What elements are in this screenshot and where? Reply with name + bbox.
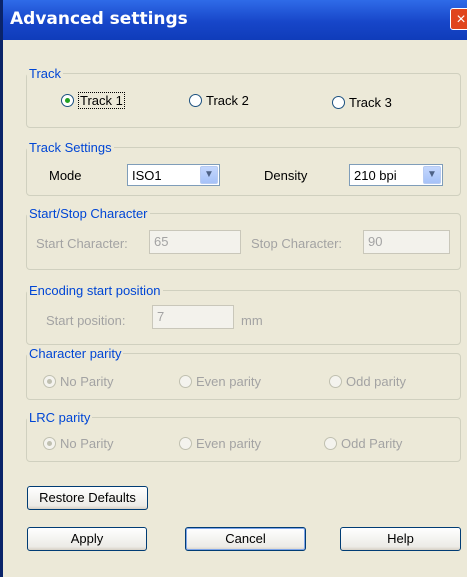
lrc-odd-parity-label: Odd Parity <box>341 436 403 451</box>
track-legend: Track <box>29 66 62 81</box>
radio-icon <box>189 94 202 107</box>
restore-defaults-button[interactable]: Restore Defaults <box>27 486 148 510</box>
stop-character-field[interactable]: 90 <box>363 230 450 254</box>
window-title: Advanced settings <box>10 9 188 29</box>
radio-char-odd-parity[interactable]: Odd parity <box>329 374 406 389</box>
start-character-label: Start Character: <box>36 236 128 251</box>
radio-lrc-no-parity[interactable]: No Parity <box>43 436 113 451</box>
start-character-value: 65 <box>154 234 169 249</box>
mode-value: ISO1 <box>132 168 162 183</box>
radio-icon <box>332 96 345 109</box>
radio-icon <box>324 437 337 450</box>
lrc-even-parity-label: Even parity <box>196 436 262 451</box>
advanced-settings-dialog: Advanced settings × Track Track 1 Track … <box>0 0 467 577</box>
char-no-parity-label: No Parity <box>60 374 114 389</box>
radio-icon <box>329 375 342 388</box>
start-position-value: 7 <box>157 309 165 324</box>
start-character-field[interactable]: 65 <box>149 230 241 254</box>
radio-track-2-label: Track 2 <box>206 93 249 108</box>
mode-select[interactable]: ISO1 ▼ <box>127 164 220 186</box>
radio-icon <box>179 437 192 450</box>
start-stop-legend: Start/Stop Character <box>29 206 148 221</box>
radio-track-3-label: Track 3 <box>349 95 392 110</box>
radio-char-even-parity[interactable]: Even parity <box>179 374 261 389</box>
chevron-down-icon[interactable]: ▼ <box>200 166 218 184</box>
unit-label: mm <box>241 313 263 328</box>
radio-icon <box>179 375 192 388</box>
radio-track-1[interactable]: Track 1 <box>61 92 125 109</box>
radio-selected-icon <box>43 375 56 388</box>
radio-lrc-odd-parity[interactable]: Odd Parity <box>324 436 402 451</box>
density-select[interactable]: 210 bpi ▼ <box>349 164 443 186</box>
radio-selected-icon <box>61 94 74 107</box>
title-bar[interactable]: Advanced settings × <box>3 0 467 40</box>
track-settings-legend: Track Settings <box>29 140 112 155</box>
character-parity-group: Character parity <box>26 346 461 400</box>
lrc-parity-legend: LRC parity <box>29 410 91 425</box>
char-odd-parity-label: Odd parity <box>346 374 406 389</box>
radio-lrc-even-parity[interactable]: Even parity <box>179 436 261 451</box>
radio-track-2[interactable]: Track 2 <box>189 93 249 108</box>
radio-char-no-parity[interactable]: No Parity <box>43 374 113 389</box>
lrc-no-parity-label: No Parity <box>60 436 114 451</box>
chevron-down-icon[interactable]: ▼ <box>423 166 441 184</box>
radio-selected-icon <box>43 437 56 450</box>
start-position-field[interactable]: 7 <box>152 305 234 329</box>
encoding-legend: Encoding start position <box>29 283 161 298</box>
stop-character-label: Stop Character: <box>251 236 343 251</box>
density-value: 210 bpi <box>354 168 397 183</box>
character-parity-legend: Character parity <box>29 346 122 361</box>
start-position-label: Start position: <box>46 313 126 328</box>
stop-character-value: 90 <box>368 234 383 249</box>
char-even-parity-label: Even parity <box>196 374 262 389</box>
help-button[interactable]: Help <box>340 527 461 551</box>
density-label: Density <box>264 168 308 183</box>
cancel-button[interactable]: Cancel <box>185 527 306 551</box>
close-icon[interactable]: × <box>450 8 467 30</box>
radio-track-3[interactable]: Track 3 <box>332 95 392 110</box>
apply-button[interactable]: Apply <box>27 527 147 551</box>
radio-track-1-label: Track 1 <box>78 92 125 109</box>
mode-label: Mode <box>49 168 82 183</box>
